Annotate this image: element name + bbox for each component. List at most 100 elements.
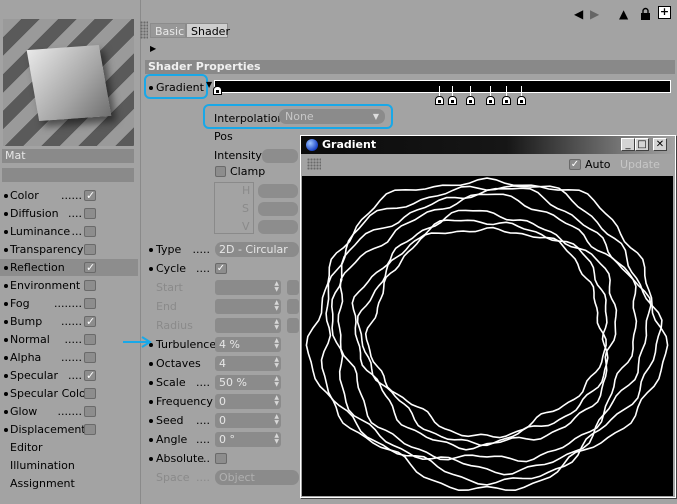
end-secondary-field[interactable] <box>287 299 299 314</box>
channel-diffusion[interactable]: Diffusion.... <box>0 205 138 222</box>
channel-transparency[interactable]: Transparency <box>0 241 138 258</box>
channel-specular[interactable]: Specular.... <box>0 367 138 384</box>
param-dot <box>4 230 8 234</box>
arrow-right-icon[interactable]: ▶ <box>590 7 599 21</box>
space-value: Object <box>219 471 255 484</box>
gradient-knot[interactable] <box>517 86 526 106</box>
channel-label: Bump <box>10 315 43 328</box>
channel-checkbox[interactable] <box>84 208 96 219</box>
prop-label: Start <box>156 281 183 294</box>
channel-checkbox[interactable] <box>84 226 96 237</box>
material-name[interactable]: Mat <box>2 149 134 163</box>
octaves-field[interactable]: 4 ▲ ▼ <box>215 356 281 371</box>
channel-luminance[interactable]: Luminance... <box>0 223 138 240</box>
lock-icon[interactable] <box>640 7 651 25</box>
type-dropdown[interactable]: 2D - Circular <box>215 242 299 257</box>
auto-checkbox[interactable]: ✓ <box>569 159 581 170</box>
interpolation-dropdown[interactable]: None ▼ <box>279 109 385 124</box>
channel-color[interactable]: Color...... <box>0 187 138 204</box>
channel-label: Transparency <box>10 243 84 256</box>
absolute-checkbox[interactable] <box>215 453 227 464</box>
channel-specular-color[interactable]: Specular Color <box>0 385 138 402</box>
channel-checkbox[interactable] <box>84 244 96 255</box>
h-field[interactable] <box>258 184 298 198</box>
intensity-label: Intensity <box>214 149 262 162</box>
turbulence-field[interactable]: 4 % ▲ ▼ <box>215 337 281 352</box>
channel-glow[interactable]: Glow....... <box>0 403 138 420</box>
channel-checkbox[interactable] <box>84 313 96 330</box>
item-editor[interactable]: Editor <box>0 439 138 456</box>
pos-label: Pos <box>214 130 233 143</box>
gradient-window[interactable]: Gradient _ □ ✕ ✓ Auto Update <box>300 135 676 498</box>
v-label: V <box>242 220 250 233</box>
end-field[interactable]: ▲ ▼ <box>215 299 281 314</box>
channel-label: Environment <box>10 279 81 292</box>
channel-checkbox[interactable] <box>84 280 96 291</box>
item-illumination[interactable]: Illumination <box>0 457 138 474</box>
expand-arrow-icon[interactable]: ▶ <box>150 44 156 53</box>
scale-field[interactable]: 50 % ▲ ▼ <box>215 375 281 390</box>
channel-checkbox[interactable] <box>84 406 96 417</box>
channel-checkbox[interactable] <box>84 367 96 384</box>
item-assignment[interactable]: Assignment <box>0 475 138 492</box>
start-field[interactable]: ▲ ▼ <box>215 280 281 295</box>
gradient-knot[interactable] <box>466 86 475 106</box>
toolbar-grip[interactable] <box>307 158 321 170</box>
channel-checkbox[interactable] <box>84 388 96 399</box>
tab-basic[interactable]: Basic <box>150 23 186 38</box>
frequency-field[interactable]: 0 ▲ ▼ <box>215 394 281 409</box>
param-dot <box>149 267 153 271</box>
gradient-knot[interactable] <box>486 86 495 106</box>
seed-field[interactable]: 0 ▲ ▼ <box>215 413 281 428</box>
cycle-checkbox[interactable]: ✓ <box>215 263 227 274</box>
maximize-button[interactable]: □ <box>635 138 649 151</box>
gradient-knot[interactable] <box>213 86 222 106</box>
channel-checkbox[interactable] <box>84 424 96 435</box>
channel-checkbox[interactable] <box>84 352 96 363</box>
intensity-field[interactable] <box>262 149 298 163</box>
channel-dots: .... <box>68 207 82 220</box>
minimize-button[interactable]: _ <box>621 138 635 151</box>
channel-environment[interactable]: Environment <box>0 277 138 294</box>
channel-dots: ....... <box>57 405 82 418</box>
param-dot <box>149 86 153 90</box>
gradient-knot[interactable] <box>448 86 457 106</box>
angle-field[interactable]: 0 ° ▲ ▼ <box>215 432 281 447</box>
space-dropdown[interactable]: Object <box>215 470 299 485</box>
gradient-knot[interactable] <box>502 86 511 106</box>
channel-checkbox[interactable] <box>84 334 96 345</box>
channel-checkbox[interactable] <box>84 187 96 204</box>
tab-shader[interactable]: Shader <box>186 23 230 38</box>
up-triangle-icon[interactable]: ▲ <box>619 7 628 21</box>
h-label: H <box>242 184 251 197</box>
prop-label: Angle <box>156 433 188 446</box>
channel-alpha[interactable]: Alpha...... <box>0 349 138 366</box>
v-field[interactable] <box>258 220 298 234</box>
channel-reflection[interactable]: Reflection <box>0 259 138 276</box>
close-button[interactable]: ✕ <box>653 138 667 151</box>
channel-bump[interactable]: Bump...... <box>0 313 138 330</box>
prop-dots: .... <box>196 376 210 389</box>
panel-grip[interactable] <box>140 21 148 39</box>
start-secondary-field[interactable] <box>287 280 299 295</box>
channel-displacement[interactable]: Displacement <box>0 421 138 438</box>
gradient-knot[interactable] <box>435 86 444 106</box>
prop-label: Cycle <box>156 262 187 275</box>
plus-icon[interactable]: + <box>658 6 671 19</box>
clamp-checkbox[interactable] <box>215 166 226 177</box>
material-preview[interactable] <box>3 19 134 146</box>
s-field[interactable] <box>258 202 298 216</box>
radius-field[interactable]: ▲ ▼ <box>215 318 281 333</box>
interpolation-value: None <box>285 110 314 123</box>
channel-checkbox[interactable] <box>84 298 96 309</box>
update-button[interactable]: Update <box>620 158 660 171</box>
channel-normal[interactable]: Normal..... <box>0 331 138 348</box>
channel-checkbox[interactable] <box>84 259 96 276</box>
gradient-menu-arrow-icon[interactable]: ▼ <box>206 80 212 89</box>
radius-secondary-field[interactable] <box>287 318 299 333</box>
chevron-down-icon: ▼ <box>372 112 379 121</box>
frequency-value: 0 <box>219 395 226 408</box>
arrow-left-icon[interactable]: ◀ <box>574 7 583 21</box>
material-panel: ▼ Mat Color......Diffusion....Luminance.… <box>0 0 141 504</box>
channel-fog[interactable]: Fog........ <box>0 295 138 312</box>
